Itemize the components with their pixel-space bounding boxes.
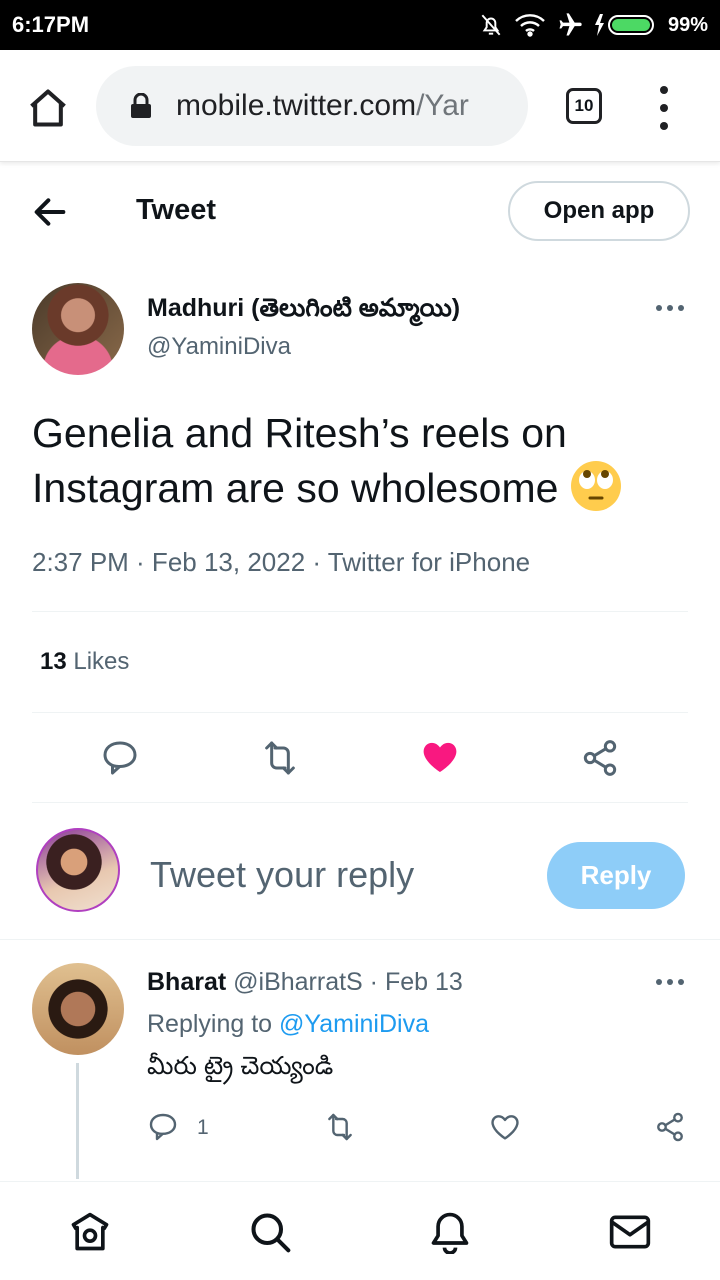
reply-more-options-icon[interactable] [656, 977, 684, 987]
reply-retweet-icon[interactable] [324, 1111, 356, 1143]
likes-number: 13 [40, 648, 67, 675]
tweet-timestamp[interactable]: 2:37 PM · Feb 13, 2022 · Twitter for iPh… [32, 547, 530, 578]
likes-label: Likes [66, 648, 130, 675]
likes-count[interactable]: 13 Likes [40, 648, 129, 676]
url-text: mobile.twitter.com/Yar [176, 89, 469, 123]
retweet-icon[interactable] [260, 738, 300, 778]
reply-author-avatar[interactable] [32, 963, 124, 1055]
tweet-text: Genelia and Ritesh’s reels on Instagram … [32, 406, 692, 515]
divider [32, 802, 688, 803]
reply-reply-count: 1 [197, 1116, 209, 1139]
reply-like-icon[interactable] [489, 1111, 521, 1143]
tab-switcher-button[interactable]: 10 [566, 88, 602, 124]
notifications-off-icon [481, 14, 501, 36]
url-host: mobile.twitter.com [176, 89, 417, 122]
thread-line [76, 1063, 79, 1179]
airplane-mode-icon [559, 13, 582, 36]
current-user-avatar[interactable] [36, 828, 120, 912]
author-handle[interactable]: @YaminiDiva [147, 333, 291, 361]
share-icon[interactable] [580, 738, 620, 778]
reply-input[interactable]: Tweet your reply [150, 854, 414, 896]
status-bar: 6:17PM 99% [0, 0, 720, 50]
battery-charging-icon [594, 14, 654, 36]
replying-to: Replying to @YaminiDiva [147, 1010, 429, 1039]
wifi-icon [515, 14, 545, 37]
home-icon[interactable] [68, 1210, 112, 1254]
bottom-navigation [0, 1181, 720, 1280]
reply-text: మీరు ట్రై చెయ్యండి [147, 1052, 334, 1080]
more-options-icon[interactable] [656, 303, 684, 313]
reply-date: · Feb 13 [362, 968, 463, 996]
search-icon[interactable] [248, 1210, 292, 1254]
reply-share-icon[interactable] [654, 1111, 686, 1143]
status-icons: 99% [478, 11, 708, 39]
divider [32, 712, 688, 713]
browser-menu-icon[interactable] [654, 86, 674, 130]
browser-toolbar: mobile.twitter.com/Yar 10 [0, 50, 720, 162]
divider [0, 939, 720, 940]
replying-to-link[interactable]: @YaminiDiva [279, 1010, 429, 1038]
reply-author-line[interactable]: Bharat @iBharratS · Feb 13 [147, 968, 463, 997]
status-time: 6:17PM [12, 12, 90, 37]
like-filled-icon[interactable] [420, 737, 460, 777]
open-app-button[interactable]: Open app [508, 181, 690, 241]
author-name[interactable]: Madhuri (తెలుగింటి అమ్మాయి) [147, 294, 460, 329]
divider [32, 611, 688, 612]
reply-reply-icon[interactable] [147, 1111, 179, 1143]
page-title: Tweet [136, 194, 217, 226]
browser-home-icon[interactable] [26, 86, 70, 130]
back-arrow-icon[interactable] [30, 192, 70, 232]
notifications-icon[interactable] [428, 1210, 472, 1254]
battery-percent: 99% [667, 13, 708, 36]
face-with-rolling-eyes-emoji-icon [570, 461, 621, 511]
address-bar[interactable]: mobile.twitter.com/Yar [96, 66, 528, 146]
reply-author-handle: @iBharratS [233, 968, 363, 996]
reply-author-name: Bharat [147, 968, 227, 996]
replying-to-label: Replying to [147, 1010, 280, 1038]
reply-button[interactable]: Reply [547, 842, 685, 909]
lock-icon [131, 93, 151, 118]
url-path: /Yar [416, 89, 469, 122]
reply-icon[interactable] [100, 738, 140, 778]
tweet-text-content: Genelia and Ritesh’s reels on Instagram … [32, 410, 567, 511]
messages-icon[interactable] [608, 1210, 652, 1254]
author-avatar[interactable] [32, 283, 124, 375]
